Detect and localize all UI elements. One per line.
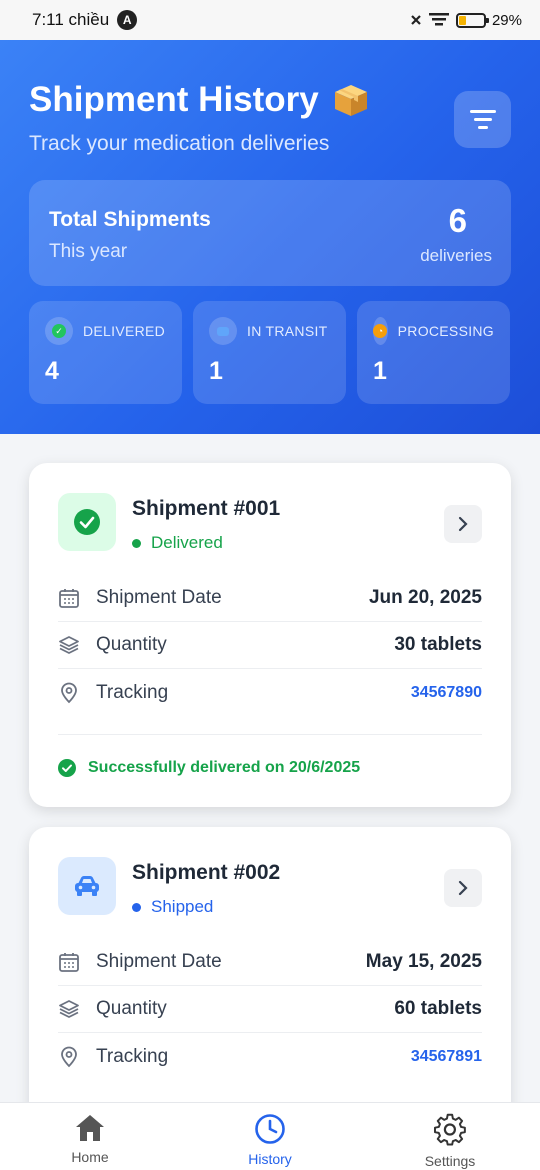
shipment-date-row: Shipment Date Jun 20, 2025 [58, 575, 482, 622]
row-value: 60 tablets [394, 998, 482, 1019]
status-label: Delivered [151, 533, 223, 552]
row-value: 30 tablets [394, 634, 482, 655]
check-circle-icon [58, 758, 76, 777]
nav-item-history[interactable]: History [180, 1103, 360, 1170]
shipment-title: Shipment #002 [132, 861, 281, 884]
chevron-right-icon [458, 880, 468, 896]
nav-label: Settings [424, 1153, 476, 1169]
stat-card-delivered[interactable]: ✓ DELIVERED 4 [29, 301, 182, 404]
layers-icon [59, 1000, 79, 1018]
clock-icon: ◔ [373, 317, 388, 345]
home-icon [76, 1115, 104, 1141]
total-shipments-card: Total Shipments This year 6 deliveries [29, 180, 511, 286]
total-count: 6 [448, 202, 467, 239]
stat-value: 1 [373, 357, 387, 385]
page-title: Shipment History [29, 80, 319, 119]
row-label: Quantity [96, 634, 167, 655]
layers-icon [59, 636, 79, 654]
shipment-card[interactable]: Shipment #002 Shipped Shipment Date May … [29, 827, 511, 1147]
total-unit: deliveries [420, 246, 492, 265]
shipment-title: Shipment #001 [132, 497, 281, 520]
shipment-card[interactable]: Shipment #001 Delivered Shipment Date Ju… [29, 463, 511, 807]
tracking-link[interactable]: 34567890 [411, 684, 482, 702]
shipment-date-row: Shipment Date May 15, 2025 [58, 939, 482, 986]
location-pin-icon [61, 1046, 77, 1067]
total-title: Total Shipments [49, 208, 211, 231]
mute-icon [411, 15, 421, 25]
status-time: 7:11 chiều [32, 10, 110, 29]
filter-icon-line [473, 118, 492, 121]
status-bar: 7:11 chiều A 29% [0, 0, 540, 40]
wifi-icon [428, 13, 449, 26]
row-label: Tracking [96, 1045, 169, 1067]
gear-icon [433, 1113, 466, 1146]
filter-icon-line [477, 126, 488, 129]
stat-label: IN TRANSIT [247, 323, 328, 339]
stat-card-processing[interactable]: ◔ PROCESSING 1 [357, 301, 510, 404]
status-label: Shipped [151, 897, 214, 916]
tracking-row: Tracking 34567891 [58, 1033, 482, 1080]
car-icon [58, 857, 116, 915]
check-circle-icon [58, 493, 116, 551]
stat-value: 1 [209, 357, 223, 385]
nav-item-settings[interactable]: Settings [360, 1103, 540, 1170]
battery-percent: 29% [491, 11, 522, 29]
expand-button[interactable] [444, 869, 482, 907]
row-value: May 15, 2025 [365, 951, 482, 972]
header: Shipment History Track your medication d… [0, 40, 540, 434]
quantity-row: Quantity 60 tablets [58, 986, 482, 1033]
row-label: Quantity [96, 998, 167, 1019]
calendar-icon [59, 953, 79, 972]
page-subtitle: Track your medication deliveries [29, 132, 330, 155]
row-label: Tracking [96, 681, 169, 703]
quantity-row: Quantity 30 tablets [58, 622, 482, 669]
status-badge: Shipped [132, 897, 280, 917]
bottom-nav: Home History Settings [0, 1102, 540, 1170]
clock-icon [255, 1114, 285, 1144]
footer-text: Successfully delivered on 20/6/2025 [88, 758, 361, 776]
row-label: Shipment Date [96, 587, 222, 608]
chevron-right-icon [458, 516, 468, 532]
delivery-confirmation: Successfully delivered on 20/6/2025 [58, 734, 482, 800]
car-icon [209, 317, 237, 345]
tracking-link[interactable]: 34567891 [411, 1048, 482, 1066]
calendar-icon [59, 589, 79, 608]
nav-label: Home [71, 1149, 109, 1165]
tracking-row: Tracking 34567890 [58, 669, 482, 716]
location-pin-icon [61, 682, 77, 703]
nav-item-home[interactable]: Home [0, 1103, 180, 1170]
nav-label: History [248, 1151, 292, 1167]
stat-card-in-transit[interactable]: IN TRANSIT 1 [193, 301, 346, 404]
filter-button[interactable] [454, 91, 511, 148]
stat-label: PROCESSING [397, 323, 494, 339]
battery-icon [455, 12, 489, 28]
stat-value: 4 [45, 357, 59, 385]
stat-label: DELIVERED [83, 323, 166, 339]
row-label: Shipment Date [96, 951, 222, 972]
filter-icon [469, 110, 496, 113]
status-badge: Delivered [132, 533, 280, 553]
row-value: Jun 20, 2025 [368, 587, 482, 608]
check-circle-icon: ✓ [45, 317, 73, 345]
page-title-group: Shipment History [29, 80, 371, 120]
package-icon [334, 85, 367, 116]
app-notification-icon: A [117, 10, 138, 30]
expand-button[interactable] [444, 505, 482, 543]
